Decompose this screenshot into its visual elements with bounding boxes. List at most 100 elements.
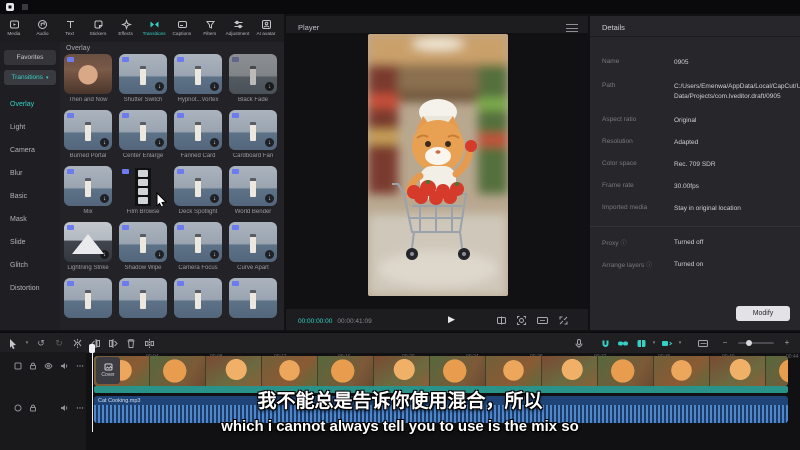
tab-stickers[interactable]: Stickers bbox=[84, 15, 112, 41]
transition-item[interactable]: ↓ Mix bbox=[64, 166, 112, 222]
hide-track-icon[interactable] bbox=[44, 362, 53, 370]
tab-captions[interactable]: Captions bbox=[168, 15, 196, 41]
sidebar-item-mask[interactable]: Mask bbox=[0, 209, 60, 229]
record-voiceover-button[interactable] bbox=[570, 335, 588, 351]
select-tool-button[interactable] bbox=[4, 335, 22, 351]
mirror-clip-button[interactable] bbox=[140, 335, 158, 351]
zoom-slider-handle[interactable] bbox=[746, 340, 752, 346]
download-icon[interactable]: ↓ bbox=[100, 250, 109, 259]
transition-item[interactable]: ↓ Cardboard Fan bbox=[229, 110, 277, 166]
transition-thumbnail[interactable] bbox=[64, 54, 112, 94]
auto-ripple-toggle[interactable] bbox=[658, 335, 676, 351]
transition-item[interactable]: ↓ Camera Focus bbox=[174, 222, 222, 278]
mute-track-icon[interactable] bbox=[60, 362, 69, 370]
download-icon[interactable]: ↓ bbox=[265, 138, 274, 147]
tab-effects[interactable]: Effects bbox=[112, 15, 140, 41]
download-icon[interactable]: ↓ bbox=[265, 194, 274, 203]
split-button[interactable] bbox=[68, 335, 86, 351]
lock-icon[interactable] bbox=[29, 362, 37, 370]
transition-thumbnail[interactable]: ↓ bbox=[64, 166, 112, 206]
sidebar-item-distortion[interactable]: Distortion bbox=[0, 278, 60, 298]
mirror-preview-icon[interactable] bbox=[496, 315, 507, 326]
download-icon[interactable]: ↓ bbox=[155, 138, 164, 147]
delete-right-button[interactable] bbox=[104, 335, 122, 351]
video-preview[interactable] bbox=[368, 34, 508, 296]
download-icon[interactable]: ↓ bbox=[265, 82, 274, 91]
more-icon[interactable] bbox=[76, 362, 84, 370]
transition-thumbnail[interactable]: ↓ bbox=[229, 166, 277, 206]
transition-item[interactable]: ↓ Burned Portal bbox=[64, 110, 112, 166]
aspect-ratio-icon[interactable] bbox=[536, 315, 549, 326]
tab-filters[interactable]: Filters bbox=[196, 15, 224, 41]
modify-button[interactable]: Modify bbox=[736, 306, 790, 321]
download-icon[interactable]: ↓ bbox=[210, 194, 219, 203]
transition-item[interactable]: ↓ Center Enlarge bbox=[119, 110, 167, 166]
player-menu-icon[interactable] bbox=[566, 24, 578, 32]
menu-icon[interactable] bbox=[21, 3, 29, 11]
transition-thumbnail[interactable]: ↓ bbox=[229, 110, 277, 150]
transition-thumbnail[interactable]: ↓ bbox=[174, 222, 222, 262]
transition-thumbnail[interactable]: ↓ bbox=[174, 166, 222, 206]
tab-adjustment[interactable]: Adjustment bbox=[224, 15, 252, 41]
transition-item[interactable]: ↓ Black Fade bbox=[229, 54, 277, 110]
transition-item[interactable]: ↓ Shadow Wipe bbox=[119, 222, 167, 278]
transition-item[interactable]: ↓ Shutter Switch bbox=[119, 54, 167, 110]
transition-thumbnail[interactable] bbox=[119, 166, 167, 206]
adapt-timeline-button[interactable] bbox=[694, 335, 712, 351]
download-icon[interactable]: ↓ bbox=[210, 138, 219, 147]
video-track-clip[interactable] bbox=[94, 356, 788, 386]
transition-item[interactable]: ↓ Curve Apart bbox=[229, 222, 277, 278]
tab-ai-avatar[interactable]: AI avatar bbox=[252, 15, 280, 41]
transition-thumbnail[interactable] bbox=[174, 278, 222, 318]
download-icon[interactable]: ↓ bbox=[210, 82, 219, 91]
focus-preview-icon[interactable] bbox=[516, 315, 527, 326]
select-tool-caret[interactable]: ▾ bbox=[22, 335, 32, 351]
favorites-button[interactable]: Favorites bbox=[4, 50, 56, 65]
transition-thumbnail[interactable]: ↓ bbox=[64, 222, 112, 262]
transition-thumbnail[interactable] bbox=[119, 278, 167, 318]
preview-axis-toggle[interactable] bbox=[632, 335, 650, 351]
transition-thumbnail[interactable] bbox=[64, 278, 112, 318]
download-icon[interactable]: ↓ bbox=[100, 138, 109, 147]
download-icon[interactable]: ↓ bbox=[100, 194, 109, 203]
transition-item[interactable]: ↓ Fanned Card bbox=[174, 110, 222, 166]
download-icon[interactable]: ↓ bbox=[155, 250, 164, 259]
fullscreen-icon[interactable] bbox=[558, 315, 569, 326]
link-clips-toggle[interactable] bbox=[614, 335, 632, 351]
transition-item[interactable]: ↓ Hypnot...Vortex bbox=[174, 54, 222, 110]
delete-button[interactable] bbox=[122, 335, 140, 351]
transition-item[interactable]: ↓ Lightning Strike bbox=[64, 222, 112, 278]
play-button[interactable]: ▶ bbox=[448, 314, 455, 325]
redo-button[interactable]: ↻ bbox=[50, 335, 68, 351]
transition-thumbnail[interactable] bbox=[229, 278, 277, 318]
transitions-selector[interactable]: Transitions ▾ bbox=[4, 70, 56, 85]
zoom-out-button[interactable]: − bbox=[716, 335, 734, 351]
transition-item[interactable] bbox=[174, 278, 222, 330]
preview-axis-caret[interactable]: ▾ bbox=[650, 335, 658, 351]
tab-text[interactable]: Text bbox=[56, 15, 84, 41]
sidebar-item-slide[interactable]: Slide bbox=[0, 232, 60, 252]
transition-item[interactable] bbox=[119, 278, 167, 330]
transition-thumbnail[interactable]: ↓ bbox=[119, 54, 167, 94]
sidebar-item-blur[interactable]: Blur bbox=[0, 163, 60, 183]
transition-thumbnail[interactable]: ↓ bbox=[174, 54, 222, 94]
transition-thumbnail[interactable]: ↓ bbox=[64, 110, 112, 150]
transition-item[interactable]: ↓ Deck Spotlight bbox=[174, 166, 222, 222]
transition-item[interactable]: ↓ World Bender bbox=[229, 166, 277, 222]
download-icon[interactable]: ↓ bbox=[210, 250, 219, 259]
undo-button[interactable]: ↺ bbox=[32, 335, 50, 351]
tab-transitions[interactable]: Transitions bbox=[140, 15, 168, 41]
transition-item[interactable] bbox=[229, 278, 277, 330]
tab-media[interactable]: Media bbox=[0, 15, 28, 41]
sidebar-item-light[interactable]: Light bbox=[0, 117, 60, 137]
transition-thumbnail[interactable]: ↓ bbox=[174, 110, 222, 150]
sidebar-item-basic[interactable]: Basic bbox=[0, 186, 60, 206]
transition-thumbnail[interactable]: ↓ bbox=[229, 54, 277, 94]
download-icon[interactable]: ↓ bbox=[265, 250, 274, 259]
transition-thumbnail[interactable]: ↓ bbox=[119, 222, 167, 262]
transition-item[interactable]: Film Browse bbox=[119, 166, 167, 222]
transition-item[interactable]: Then and Now bbox=[64, 54, 112, 110]
transition-thumbnail[interactable]: ↓ bbox=[119, 110, 167, 150]
magnetic-snap-toggle[interactable] bbox=[596, 335, 614, 351]
transition-thumbnail[interactable]: ↓ bbox=[229, 222, 277, 262]
